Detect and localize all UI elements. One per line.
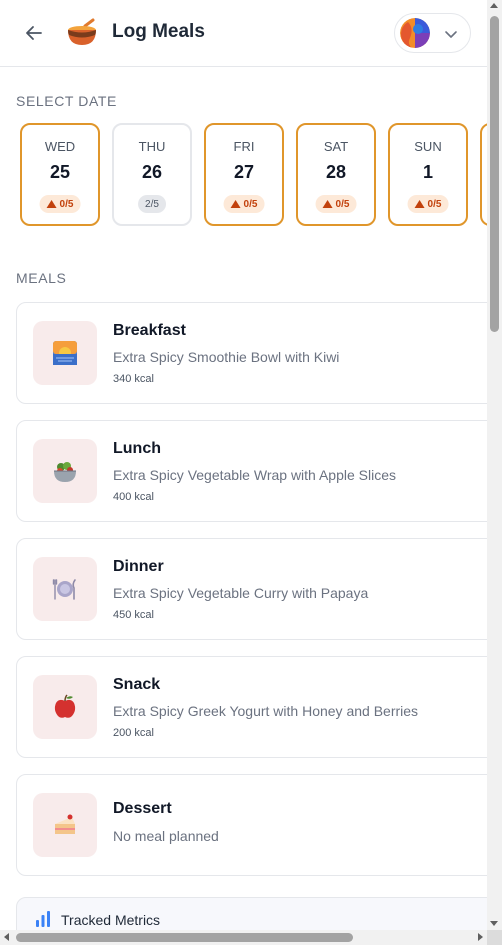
day-name: WED <box>44 139 76 154</box>
meal-icon-box <box>33 675 97 739</box>
salad-bowl-icon <box>54 462 76 482</box>
meal-title: Breakfast <box>113 322 186 339</box>
status-badge: 0/5 <box>223 195 265 213</box>
meal-description: Extra Spicy Vegetable Curry with Papaya <box>113 585 369 601</box>
profile-menu-button[interactable] <box>394 13 471 53</box>
profile-avatar-icon <box>400 18 430 48</box>
scroll-down-arrow-icon[interactable] <box>490 921 498 926</box>
meal-description: Extra Spicy Smoothie Bowl with Kiwi <box>113 349 340 365</box>
back-button[interactable] <box>22 21 46 45</box>
day-name: FRI <box>233 139 255 154</box>
badge-text: 0/5 <box>427 198 442 210</box>
warning-icon <box>46 200 57 208</box>
meal-calories: 200 kcal <box>113 727 154 739</box>
meal-icon-box <box>33 557 97 621</box>
meal-title: Snack <box>113 676 161 693</box>
bar-chart-icon <box>36 911 50 927</box>
badge-text: 0/5 <box>335 198 350 210</box>
warning-icon <box>230 200 241 208</box>
day-card-next[interactable] <box>480 123 487 226</box>
scroll-left-arrow-icon[interactable] <box>4 933 9 941</box>
meal-description: Extra Spicy Greek Yogurt with Honey and … <box>113 703 419 719</box>
meal-icon-box <box>33 321 97 385</box>
meal-card-dessert[interactable]: Dessert No meal planned <box>16 774 487 876</box>
tracked-metrics-label: Tracked Metrics <box>61 912 161 928</box>
scroll-up-arrow-icon[interactable] <box>490 3 498 8</box>
vertical-scrollbar[interactable] <box>487 0 502 930</box>
meal-icon-box <box>33 793 97 857</box>
horizontal-scrollbar[interactable] <box>0 930 487 945</box>
scroll-right-arrow-icon[interactable] <box>478 933 483 941</box>
day-card-thu[interactable]: THU 26 2/5 <box>112 123 192 226</box>
warning-icon <box>322 200 333 208</box>
meal-icon-box <box>33 439 97 503</box>
meal-calories: 450 kcal <box>113 609 154 621</box>
plate-cutlery-icon <box>52 579 76 600</box>
day-card-sat[interactable]: SAT 28 0/5 <box>296 123 376 226</box>
badge-text: 0/5 <box>243 198 258 210</box>
meal-title: Lunch <box>113 440 161 457</box>
avatar <box>400 18 430 48</box>
status-badge: 2/5 <box>138 195 166 213</box>
meal-card-snack[interactable]: Snack Extra Spicy Greek Yogurt with Hone… <box>16 656 487 758</box>
meal-description: No meal planned <box>113 828 219 844</box>
day-number: 1 <box>422 162 433 182</box>
day-name: SAT <box>323 139 349 154</box>
meal-card-lunch[interactable]: Lunch Extra Spicy Vegetable Wrap with Ap… <box>16 420 487 522</box>
badge-text: 2/5 <box>145 198 159 210</box>
chevron-down-icon <box>445 31 457 38</box>
warning-icon <box>414 200 425 208</box>
meal-title: Dessert <box>113 800 172 817</box>
day-number: 27 <box>233 162 255 182</box>
meal-description: Extra Spicy Vegetable Wrap with Apple Sl… <box>113 467 397 483</box>
page-title: Log Meals <box>112 21 205 42</box>
meal-calories: 400 kcal <box>113 491 154 503</box>
select-date-label: SELECT DATE <box>16 93 117 109</box>
day-number: 25 <box>49 162 71 182</box>
apple-icon <box>54 694 76 718</box>
day-name: THU <box>138 139 166 154</box>
day-number: 26 <box>141 162 163 182</box>
meals-label: MEALS <box>16 270 67 286</box>
arrow-left-icon <box>26 26 42 40</box>
meal-calories: 340 kcal <box>113 373 154 385</box>
day-number: 28 <box>325 162 347 182</box>
sunrise-icon <box>53 341 77 365</box>
status-badge: 0/5 <box>407 195 449 213</box>
bowl-icon <box>68 18 96 45</box>
cake-slice-icon <box>55 814 75 834</box>
meal-title: Dinner <box>113 558 164 575</box>
meal-card-dinner[interactable]: Dinner Extra Spicy Vegetable Curry with … <box>16 538 487 640</box>
day-card-fri[interactable]: FRI 27 0/5 <box>204 123 284 226</box>
status-badge: 0/5 <box>315 195 357 213</box>
meal-card-breakfast[interactable]: Breakfast Extra Spicy Smoothie Bowl with… <box>16 302 487 404</box>
app-viewport: Log Meals SELECT DATE WED 25 0/5 THU 26 <box>0 0 487 930</box>
day-name: SUN <box>414 139 442 154</box>
badge-text: 0/5 <box>59 198 74 210</box>
app-header: Log Meals <box>0 0 487 67</box>
scrollbar-corner <box>487 930 502 945</box>
tracked-metrics-card[interactable]: Tracked Metrics <box>16 897 487 930</box>
vertical-scroll-thumb[interactable] <box>490 16 499 332</box>
day-card-sun[interactable]: SUN 1 0/5 <box>388 123 468 226</box>
horizontal-scroll-thumb[interactable] <box>16 933 353 942</box>
status-badge: 0/5 <box>39 195 81 213</box>
day-card-wed[interactable]: WED 25 0/5 <box>20 123 100 226</box>
